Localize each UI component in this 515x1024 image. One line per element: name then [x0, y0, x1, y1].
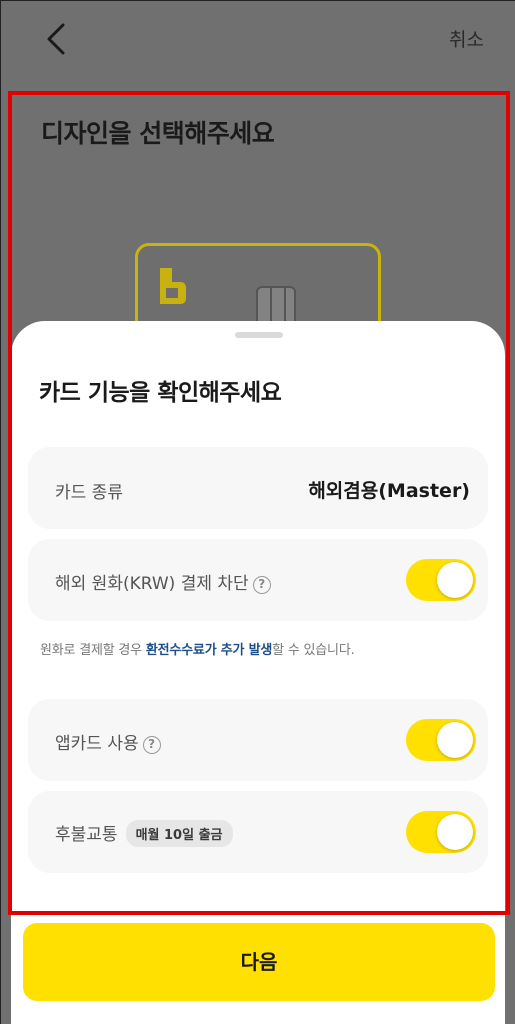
- transit-label: 후불교통: [55, 825, 118, 845]
- card-type-value: 해외겸용(Master): [308, 480, 470, 502]
- transit-withdrawal-badge: 매월 10일 출금: [125, 820, 233, 847]
- fee-notice: 원화로 결제할 경우 환전수수료가 추가 발생할 수 있습니다.: [40, 639, 355, 658]
- overseas-krw-block-row: 해외 원화(KRW) 결제 차단?: [28, 539, 488, 621]
- fee-notice-emphasis: 환전수수료가 추가 발생: [145, 643, 273, 658]
- sheet-title: 카드 기능을 확인해주세요: [39, 380, 282, 406]
- back-button[interactable]: [37, 19, 77, 59]
- cancel-button[interactable]: 취소: [449, 25, 484, 52]
- app-card-label: 앱카드 사용: [55, 734, 139, 754]
- overseas-krw-block-label: 해외 원화(KRW) 결제 차단: [55, 574, 249, 594]
- card-type-row: 카드 종류 해외겸용(Master): [28, 447, 488, 529]
- app-card-row: 앱카드 사용?: [28, 699, 488, 781]
- question-circle-icon[interactable]: ?: [142, 736, 161, 754]
- toggle-knob: [437, 814, 473, 850]
- next-button[interactable]: 다음: [23, 923, 495, 1001]
- card-brand-logo: [160, 268, 186, 304]
- app-card-toggle[interactable]: [406, 719, 476, 761]
- question-circle-icon[interactable]: ?: [252, 576, 271, 594]
- fee-notice-prefix: 원화로 결제할 경우: [40, 643, 146, 658]
- overseas-krw-block-label-group: 해외 원화(KRW) 결제 차단?: [55, 569, 271, 594]
- toggle-knob: [437, 722, 473, 758]
- transit-label-group: 후불교통 매월 10일 출금: [55, 820, 233, 847]
- chevron-left-icon: [47, 23, 65, 55]
- sheet-grabber[interactable]: [235, 332, 283, 338]
- fee-notice-suffix: 할 수 있습니다.: [272, 643, 355, 658]
- top-bar: 취소: [1, 1, 515, 79]
- card-features-sheet: 카드 기능을 확인해주세요 카드 종류 해외겸용(Master) 해외 원화(K…: [11, 321, 505, 1024]
- card-chip-icon: [256, 286, 296, 326]
- app-card-label-group: 앱카드 사용?: [55, 729, 161, 754]
- transit-row: 후불교통 매월 10일 출금: [28, 791, 488, 873]
- transit-toggle[interactable]: [406, 811, 476, 853]
- toggle-knob: [437, 562, 473, 598]
- page-title: 디자인을 선택해주세요: [41, 119, 275, 148]
- card-setup-screen: 취소 디자인을 선택해주세요 카드 기능을 확인해주세요 카드 종류 해외겸용(…: [1, 1, 515, 1024]
- overseas-krw-block-toggle[interactable]: [406, 559, 476, 601]
- card-type-label: 카드 종류: [55, 483, 123, 503]
